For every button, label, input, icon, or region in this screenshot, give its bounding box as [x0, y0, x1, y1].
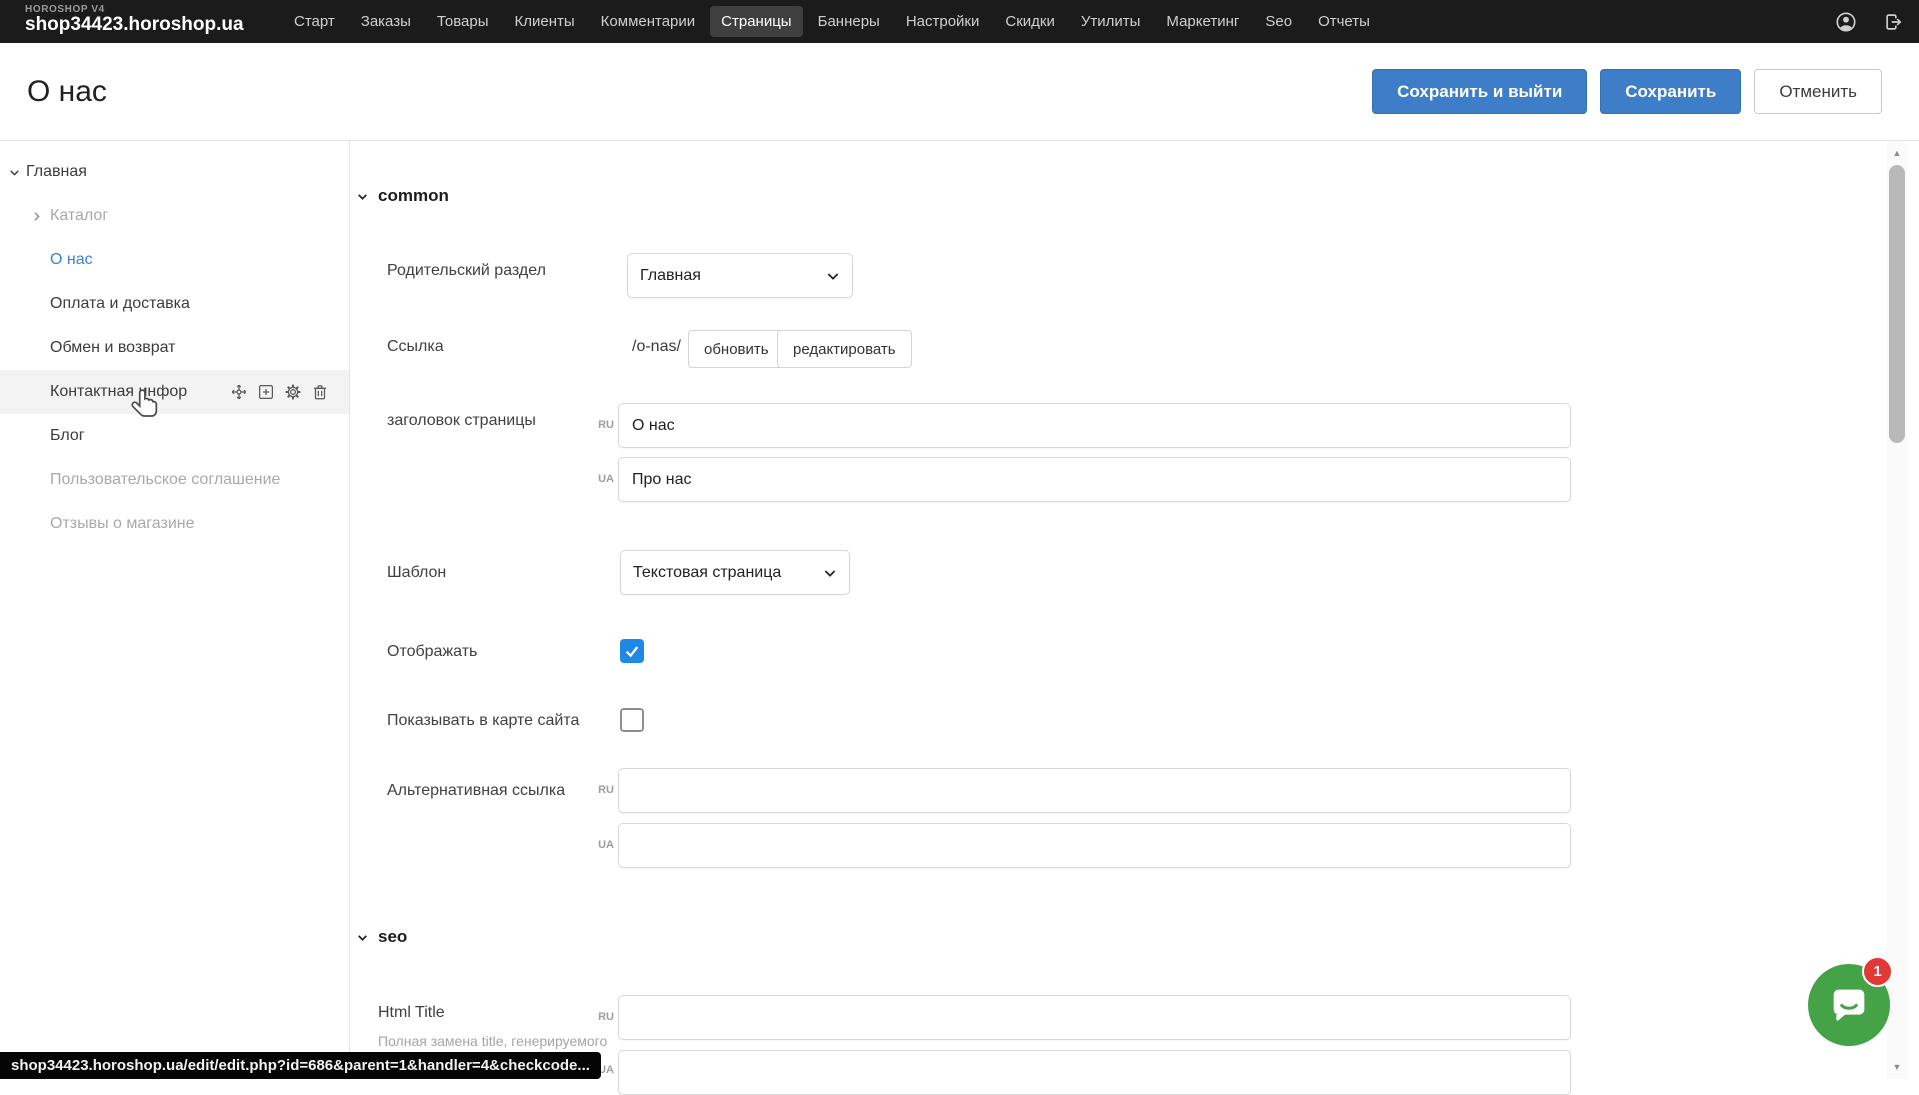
display-label: Отображать — [387, 643, 477, 661]
parent-section-value: Главная — [640, 267, 701, 285]
save-button[interactable]: Сохранить — [1600, 69, 1741, 114]
brand-domain-label: shop34423.horoshop.ua — [25, 15, 244, 35]
chevron-down-icon — [825, 268, 841, 284]
chevron-down-icon — [356, 190, 369, 203]
sidebar-item-user-agreement[interactable]: Пользовательское соглашение — [0, 458, 349, 502]
nav-item-pages[interactable]: Страницы — [710, 6, 802, 37]
nav-item-utilities[interactable]: Утилиты — [1070, 6, 1152, 37]
sidebar-item-label: Пользовательское соглашение — [0, 471, 280, 489]
section-common-header[interactable]: common — [356, 186, 449, 206]
nav-item-clients[interactable]: Клиенты — [504, 6, 586, 37]
brand-logo[interactable]: HOROSHOP V4 shop34423.horoshop.ua — [25, 4, 244, 35]
sidebar-item-label: Отзывы о магазине — [0, 515, 195, 533]
chevron-down-icon — [822, 565, 838, 581]
check-icon — [624, 643, 640, 659]
sidebar-item-home[interactable]: Главная — [0, 150, 349, 194]
top-navigation-bar: HOROSHOP V4 shop34423.horoshop.ua Старт … — [0, 0, 1919, 43]
sidebar-item-label: Контактная инфор — [0, 383, 187, 401]
save-and-exit-button[interactable]: Сохранить и выйти — [1372, 69, 1587, 114]
alternative-link-ua-input[interactable] — [618, 823, 1571, 868]
sidebar-item-label: Блог — [0, 427, 85, 445]
nav-item-products[interactable]: Товары — [426, 6, 500, 37]
vertical-scrollbar[interactable]: ▲ ▼ — [1887, 141, 1907, 1079]
scrollbar-thumb[interactable] — [1889, 165, 1905, 443]
alternative-link-ru-input[interactable] — [618, 768, 1571, 813]
sidebar-item-about[interactable]: О нас — [0, 238, 349, 282]
lang-ru-badge: RU — [594, 1011, 614, 1023]
page-header: О нас Сохранить и выйти Сохранить Отмени… — [0, 43, 1919, 140]
lang-ru-badge: RU — [594, 784, 614, 796]
parent-section-label: Родительский раздел — [387, 262, 546, 280]
logout-icon[interactable] — [1883, 11, 1905, 33]
html-title-ua-input[interactable] — [618, 1050, 1571, 1095]
chevron-down-icon[interactable] — [8, 166, 21, 179]
sidebar-item-payment-delivery[interactable]: Оплата и доставка — [0, 282, 349, 326]
nav-item-settings[interactable]: Настройки — [895, 6, 991, 37]
sidebar-item-label: Каталог — [0, 207, 108, 225]
sidebar-item-label: О нас — [0, 251, 93, 269]
nav-item-reports[interactable]: Отчеты — [1307, 6, 1381, 37]
sidebar-item-blog[interactable]: Блог — [0, 414, 349, 458]
section-seo-label: seo — [378, 927, 407, 947]
nav-item-discounts[interactable]: Скидки — [994, 6, 1065, 37]
status-url: shop34423.horoshop.ua/edit/edit.php?id=6… — [11, 1057, 590, 1074]
alternative-link-label: Альтернативная ссылка — [387, 782, 565, 800]
template-label: Шаблон — [387, 564, 446, 582]
lang-ua-badge: UA — [594, 473, 614, 485]
page-heading-label: заголовок страницы — [387, 412, 536, 430]
top-menu: Старт Заказы Товары Клиенты Комментарии … — [283, 0, 1381, 43]
pages-tree-sidebar: Главная Каталог О нас Оплата и доставка … — [0, 141, 350, 1079]
delete-icon[interactable] — [311, 383, 329, 401]
link-update-button[interactable]: обновить — [688, 330, 785, 368]
scroll-up-arrow[interactable]: ▲ — [1887, 148, 1907, 158]
scroll-down-arrow[interactable]: ▼ — [1887, 1062, 1907, 1072]
section-seo-header[interactable]: seo — [356, 927, 407, 947]
chat-bubble-icon — [1826, 982, 1872, 1028]
nav-item-comments[interactable]: Комментарии — [590, 6, 706, 37]
add-icon[interactable] — [257, 383, 275, 401]
lang-ru-badge: RU — [594, 419, 614, 431]
template-select[interactable]: Текстовая страница — [620, 550, 850, 595]
lang-ua-badge: UA — [594, 839, 614, 851]
link-edit-button[interactable]: редактировать — [777, 330, 912, 368]
link-status-bar: shop34423.horoshop.ua/edit/edit.php?id=6… — [0, 1052, 601, 1079]
html-title-ru-input[interactable] — [618, 995, 1571, 1040]
link-label: Ссылка — [387, 338, 444, 356]
chevron-down-icon — [356, 931, 369, 944]
parent-section-select[interactable]: Главная — [627, 253, 853, 298]
html-title-hint: Полная замена title, генерируемого — [378, 1033, 607, 1049]
move-icon[interactable] — [230, 383, 248, 401]
nav-item-banners[interactable]: Баннеры — [807, 6, 891, 37]
sidebar-item-catalog[interactable]: Каталог — [0, 194, 349, 238]
settings-icon[interactable] — [284, 383, 302, 401]
sidebar-item-store-reviews[interactable]: Отзывы о магазине — [0, 502, 349, 546]
show-in-sitemap-checkbox[interactable] — [620, 708, 644, 732]
sidebar-item-label: Оплата и доставка — [0, 295, 190, 313]
account-icon[interactable] — [1835, 11, 1857, 33]
template-value: Текстовая страница — [633, 564, 781, 582]
link-value: /o-nas/ — [632, 338, 681, 356]
sidebar-item-exchange-return[interactable]: Обмен и возврат — [0, 326, 349, 370]
sidebar-item-contact-info[interactable]: Контактная инфор — [0, 370, 349, 414]
nav-item-start[interactable]: Старт — [283, 6, 346, 37]
section-common-label: common — [378, 186, 449, 206]
nav-item-seo[interactable]: Seo — [1254, 6, 1303, 37]
sidebar-item-label: Обмен и возврат — [0, 339, 175, 357]
page-title: О нас — [27, 75, 107, 109]
page-heading-ua-input[interactable] — [618, 457, 1571, 502]
html-title-label: Html Title — [378, 1004, 445, 1022]
nav-item-orders[interactable]: Заказы — [350, 6, 422, 37]
chevron-right-icon[interactable] — [30, 210, 43, 223]
cancel-button[interactable]: Отменить — [1754, 69, 1882, 114]
show-in-sitemap-label: Показывать в карте сайта — [387, 712, 579, 730]
nav-item-marketing[interactable]: Маркетинг — [1155, 6, 1250, 37]
page-heading-ru-input[interactable] — [618, 403, 1571, 448]
display-checkbox[interactable] — [620, 639, 644, 663]
chat-unread-badge: 1 — [1862, 956, 1893, 987]
